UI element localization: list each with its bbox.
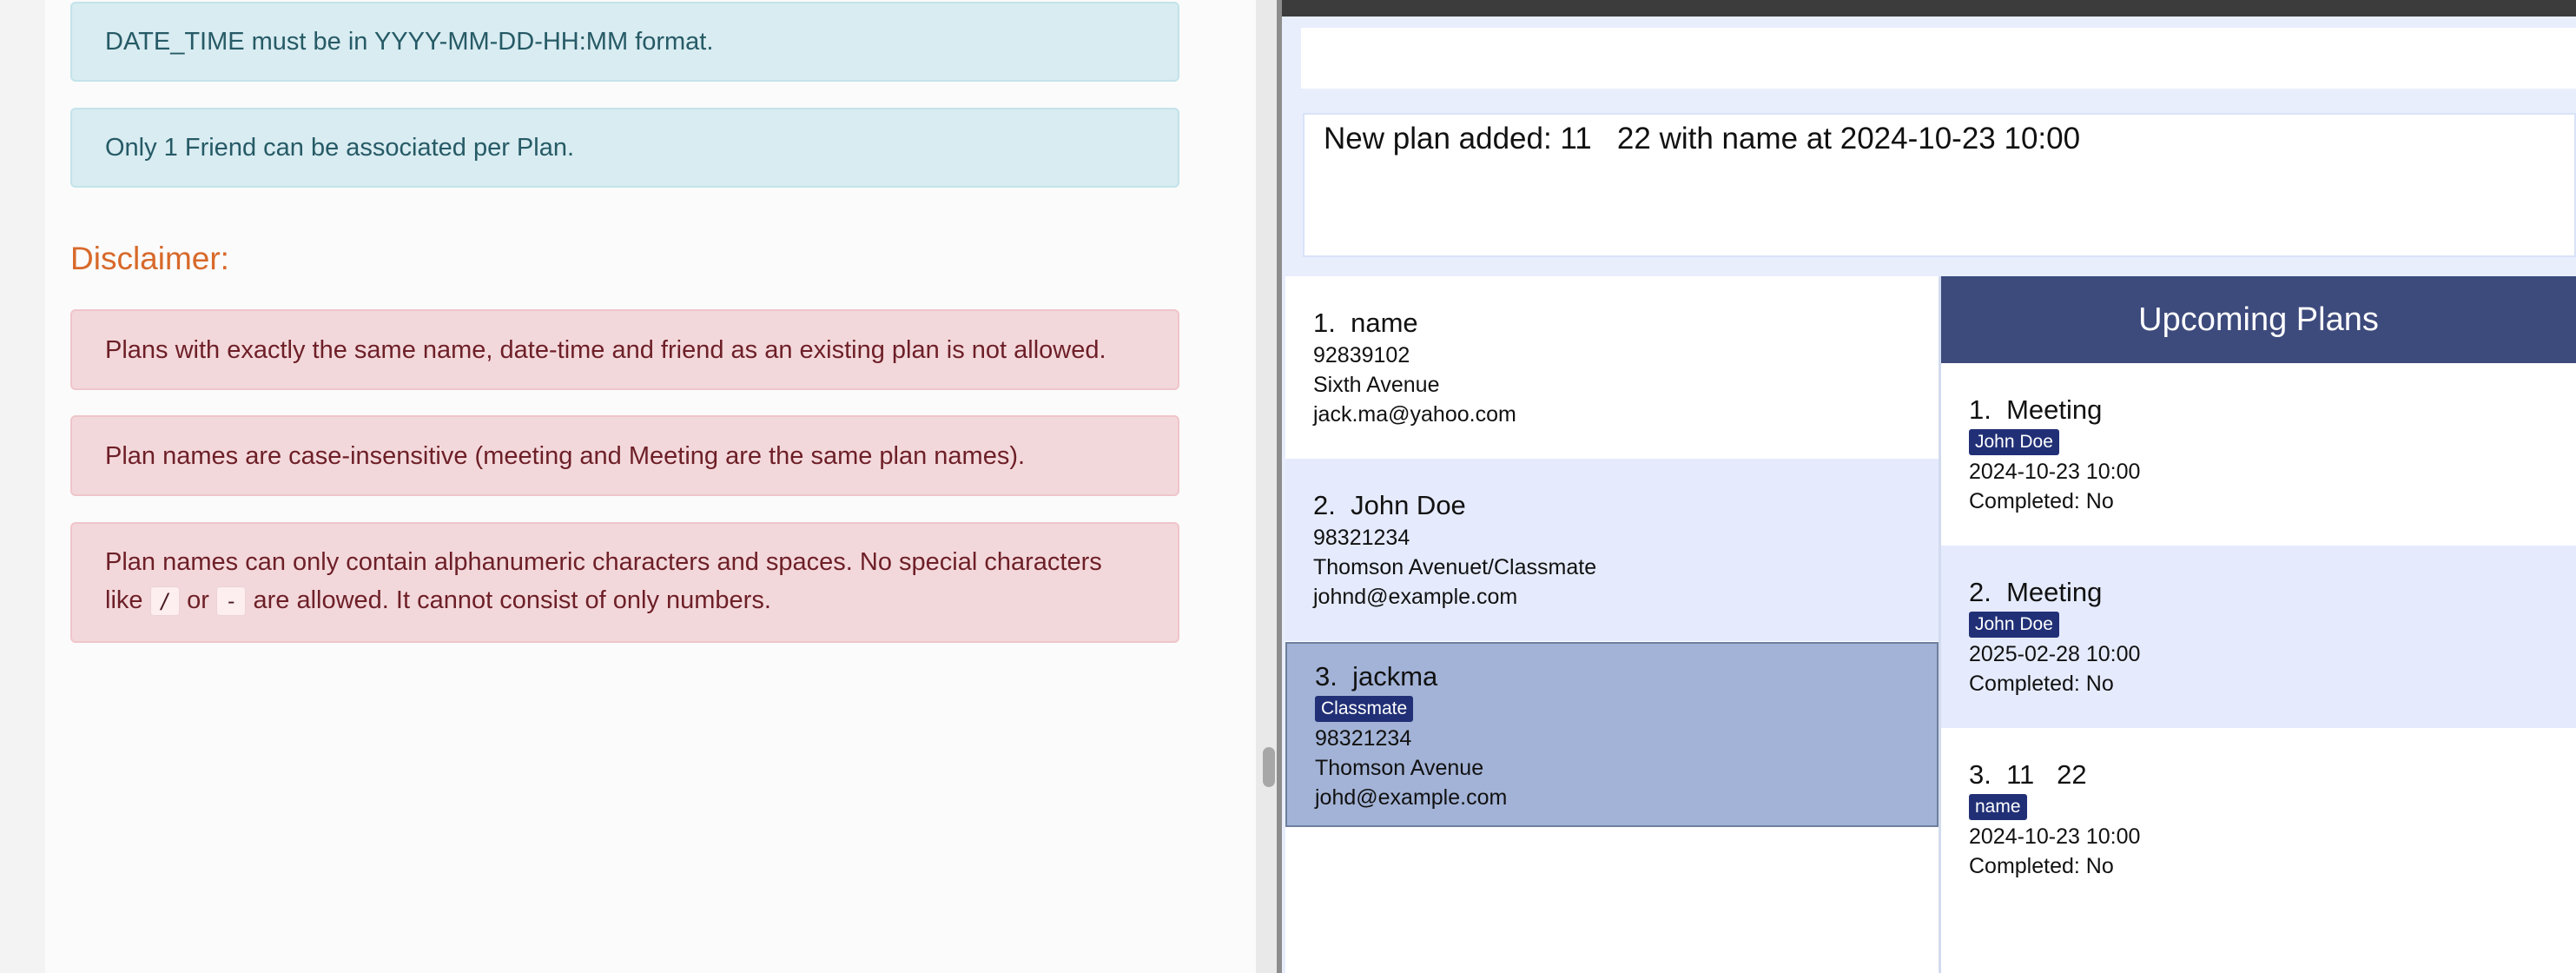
plan-index: 3. xyxy=(1969,759,1991,790)
friend-name-line: 2. John Doe xyxy=(1313,488,1939,523)
danger-callout-special-chars: Plan names can only contain alphanumeric… xyxy=(70,522,1179,643)
friend-list[interactable]: 1. name 92839102 Sixth Avenue jack.ma@ya… xyxy=(1285,276,1941,973)
splitter-handle[interactable] xyxy=(1263,747,1275,787)
friend-card-selected[interactable]: 3. jackma Classmate 98321234 Thomson Ave… xyxy=(1285,642,1939,827)
result-message: New plan added: 11 22 with name at 2024-… xyxy=(1324,122,2081,156)
disclaimer-heading: Disclaimer: xyxy=(70,241,229,276)
danger-callout-case: Plan names are case-insensitive (meeting… xyxy=(70,415,1179,496)
friend-card[interactable]: 1. name 92839102 Sixth Avenue jack.ma@ya… xyxy=(1285,276,1939,459)
friend-name: jackma xyxy=(1352,661,1438,692)
title-bar xyxy=(1282,0,2576,17)
plan-friend-tag: John Doe xyxy=(1969,429,2059,455)
upcoming-plans-panel[interactable]: Upcoming Plans 1. Meeting John Doe 2024-… xyxy=(1941,276,2576,973)
plan-datetime: 2024-10-23 10:00 xyxy=(1969,460,2141,484)
plans-header: Upcoming Plans xyxy=(1941,276,2576,363)
info-callout-text: Only 1 Friend can be associated per Plan… xyxy=(105,134,575,162)
plan-status: Completed: No xyxy=(1969,854,2114,878)
danger-callout-text: Plan names are case-insensitive (meeting… xyxy=(105,441,1026,470)
plan-name-line: 2. Meeting xyxy=(1969,575,2576,610)
friend-phone: 98321234 xyxy=(1313,526,1410,550)
result-display: New plan added: 11 22 with name at 2024-… xyxy=(1303,113,2576,257)
friend-email: jack.ma@yahoo.com xyxy=(1313,402,1516,427)
friend-address: Thomson Avenuet/Classmate xyxy=(1313,555,1597,579)
friend-name: name xyxy=(1351,308,1418,338)
plan-name: Meeting xyxy=(2006,577,2103,607)
plan-datetime: 2025-02-28 10:00 xyxy=(1969,642,2141,666)
plan-name: Meeting xyxy=(2006,394,2103,425)
friend-email: johd@example.com xyxy=(1315,785,1508,810)
plan-name-line: 3. 11 22 xyxy=(1969,758,2576,792)
plan-card[interactable]: 1. Meeting John Doe 2024-10-23 10:00 Com… xyxy=(1941,363,2576,546)
danger-callout-text: or xyxy=(187,586,209,614)
plan-card[interactable]: 3. 11 22 name 2024-10-23 10:00 Completed… xyxy=(1941,728,2576,910)
friend-phone: 92839102 xyxy=(1313,343,1410,367)
code-dash: - xyxy=(215,586,247,616)
friend-name-line: 1. name xyxy=(1313,306,1939,341)
plan-status: Completed: No xyxy=(1969,489,2114,513)
friend-address: Sixth Avenue xyxy=(1313,373,1440,397)
info-callout-datetime: DATE_TIME must be in YYYY-MM-DD-HH:MM fo… xyxy=(70,2,1179,82)
plan-name: 11 22 xyxy=(2006,759,2087,790)
plan-friend-tag: name xyxy=(1969,794,2027,820)
code-slash: / xyxy=(149,586,181,616)
friend-address: Thomson Avenue xyxy=(1315,756,1484,780)
friend-email: johnd@example.com xyxy=(1313,585,1518,609)
command-input[interactable] xyxy=(1301,28,2576,89)
danger-callout-duplicate: Plans with exactly the same name, date-t… xyxy=(70,309,1179,390)
info-callout-friend-limit: Only 1 Friend can be associated per Plan… xyxy=(70,108,1179,188)
friend-index: 2. xyxy=(1313,490,1336,520)
plan-friend-tag: John Doe xyxy=(1969,612,2059,638)
friend-phone: 98321234 xyxy=(1315,726,1412,751)
plan-index: 1. xyxy=(1969,394,1991,425)
friend-card[interactable]: 2. John Doe 98321234 Thomson Avenuet/Cla… xyxy=(1285,459,1939,641)
plan-name-line: 1. Meeting xyxy=(1969,393,2576,427)
plan-status: Completed: No xyxy=(1969,672,2114,696)
plan-card[interactable]: 2. Meeting John Doe 2025-02-28 10:00 Com… xyxy=(1941,546,2576,728)
friend-name-line: 3. jackma xyxy=(1315,659,1937,694)
info-callout-text: DATE_TIME must be in YYYY-MM-DD-HH:MM fo… xyxy=(105,28,714,56)
doc-gutter xyxy=(0,0,45,973)
danger-callout-text: are allowed. It cannot consist of only n… xyxy=(253,586,771,614)
plan-index: 2. xyxy=(1969,577,1991,607)
friend-index: 3. xyxy=(1315,661,1338,692)
app-window: New plan added: 11 22 with name at 2024-… xyxy=(1282,0,2576,973)
documentation-pane: DATE_TIME must be in YYYY-MM-DD-HH:MM fo… xyxy=(0,0,1256,973)
plan-datetime: 2024-10-23 10:00 xyxy=(1969,824,2141,849)
friend-index: 1. xyxy=(1313,308,1336,338)
friend-tag: Classmate xyxy=(1315,696,1414,722)
danger-callout-text: Plans with exactly the same name, date-t… xyxy=(105,335,1106,364)
friend-name: John Doe xyxy=(1351,490,1466,520)
